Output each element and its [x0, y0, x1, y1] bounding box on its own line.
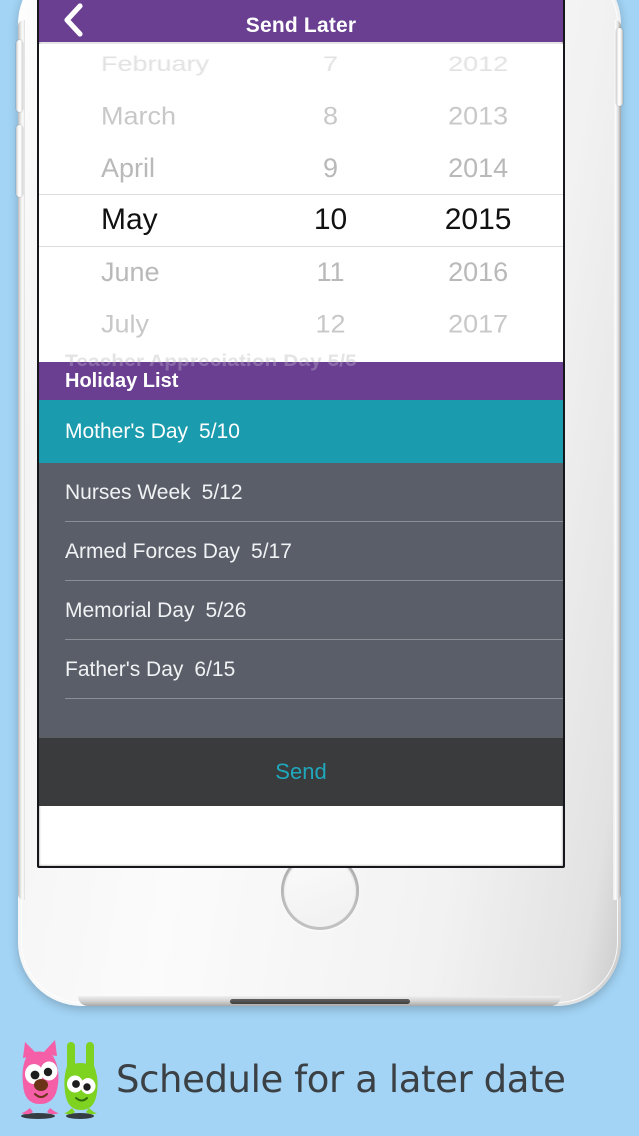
holiday-date: 5/10	[199, 419, 240, 443]
picker-day-option[interactable]: 12	[268, 300, 393, 348]
holiday-list-header: Teacher Appreciation Day 5/5 Holiday Lis…	[39, 362, 563, 400]
phone-screen: Send Later JanuaryFebruaryMarchAprilMayJ…	[37, 0, 565, 868]
power-button[interactable]	[616, 28, 623, 106]
mascot-illustration	[21, 1040, 98, 1119]
picker-day-option[interactable]: 7	[268, 44, 393, 85]
picker-month-option[interactable]: February	[39, 44, 268, 85]
picker-day-option[interactable]: 8	[268, 92, 393, 140]
picker-year-option[interactable]: 2014	[393, 142, 563, 194]
caption-text: Schedule for a later date	[116, 1057, 566, 1101]
picker-month-option[interactable]: July	[39, 300, 268, 348]
green-bunny-mascot	[64, 1042, 98, 1115]
holiday-name: Nurses Week	[65, 480, 191, 504]
chevron-left-icon	[64, 3, 83, 37]
holiday-date: 5/26	[205, 598, 247, 622]
holiday-name: Mother's Day	[65, 419, 189, 443]
picker-year-option[interactable]: 2016	[393, 246, 563, 298]
holiday-name: Armed Forces Day	[65, 539, 241, 563]
holiday-date: 5/17	[251, 539, 292, 563]
back-button[interactable]	[53, 0, 93, 40]
picker-ghost-row: Teacher Appreciation Day 5/5	[39, 346, 563, 362]
picker-day-option-selected[interactable]: 10	[268, 194, 393, 246]
date-picker[interactable]: JanuaryFebruaryMarchAprilMayJuneJulyAugu…	[39, 44, 563, 362]
holiday-row[interactable]: Memorial Day 5/26	[39, 581, 563, 640]
pink-cat-mascot	[21, 1040, 59, 1115]
holiday-date: 6/15	[194, 657, 236, 681]
picker-month-option[interactable]: March	[39, 92, 268, 140]
picker-column-day[interactable]: 67891011121314	[268, 44, 393, 362]
picker-year-option[interactable]: 2017	[393, 300, 563, 348]
row-separator	[65, 698, 563, 699]
holiday-row[interactable]: Father's Day 6/15	[39, 640, 563, 699]
page-title: Send Later	[245, 14, 357, 37]
phone-side-rail-right	[613, 20, 621, 900]
picker-month-option[interactable]: April	[39, 142, 268, 194]
send-button[interactable]: Send	[39, 737, 563, 806]
send-button-label: Send	[275, 759, 327, 784]
picker-year-option-selected[interactable]: 2015	[393, 194, 563, 246]
holiday-name: Father's Day	[65, 657, 184, 681]
holiday-row-selected[interactable]: Mother's Day 5/10	[39, 400, 563, 463]
holiday-list-header-label: Holiday List	[65, 369, 179, 392]
holiday-list[interactable]: Mother's Day 5/10 Nurses Week 5/12 Armed For…	[39, 400, 563, 737]
volume-down-button[interactable]	[16, 125, 23, 197]
phone-bottom-speaker	[229, 999, 410, 1004]
navigation-bar: Send Later	[39, 0, 563, 42]
volume-up-button[interactable]	[16, 40, 23, 112]
picker-column-month[interactable]: JanuaryFebruaryMarchAprilMayJuneJulyAugu…	[39, 44, 268, 362]
caption-strip: Schedule for a later date	[0, 1022, 639, 1136]
picker-month-option[interactable]: June	[39, 246, 268, 298]
picker-year-option[interactable]: 2013	[393, 92, 563, 140]
holiday-name: Memorial Day	[65, 598, 195, 622]
holiday-date: 5/12	[201, 480, 243, 504]
holiday-row[interactable]: Nurses Week 5/12	[39, 463, 563, 522]
picker-day-option[interactable]: 9	[268, 142, 393, 194]
holiday-row[interactable]: Armed Forces Day 5/17	[39, 522, 563, 581]
picker-day-option[interactable]: 11	[268, 246, 393, 298]
picker-year-option[interactable]: 2012	[393, 44, 563, 85]
picker-column-year[interactable]: 201120122013201420152016201720182019	[393, 44, 563, 362]
picker-month-option-selected[interactable]: May	[39, 194, 268, 246]
